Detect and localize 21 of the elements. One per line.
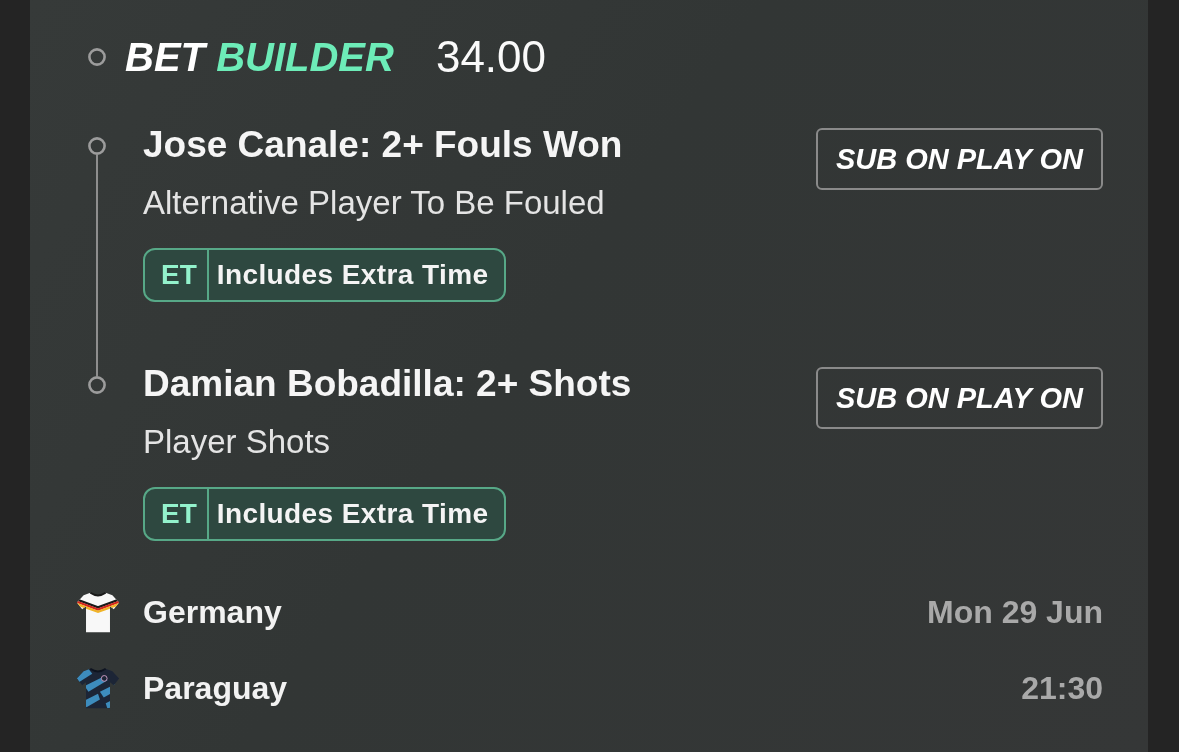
odds-value: 34.00 <box>435 33 546 81</box>
team-name: Germany <box>143 593 283 632</box>
sub-on-play-on-button[interactable]: SUB ON PLAY ON <box>815 128 1103 190</box>
event-date: Mon 29 Jun <box>927 593 1103 632</box>
badge-label: Includes Extra Time <box>215 258 490 292</box>
timeline-dot-icon <box>88 376 106 394</box>
badge-code: ET <box>145 250 209 300</box>
badge-label: Includes Extra Time <box>215 497 490 531</box>
sub-on-play-on-button[interactable]: SUB ON PLAY ON <box>815 367 1103 429</box>
timeline-dot-icon <box>88 48 106 66</box>
badge-code: ET <box>145 489 209 539</box>
selection-title: Damian Bobadilla: 2+ Shots <box>143 362 632 406</box>
market-name: Alternative Player To Be Fouled <box>143 183 605 223</box>
bet-builder-title: BET BUILDER <box>125 34 394 81</box>
timeline-dot-icon <box>88 137 106 155</box>
event-time: 21:30 <box>1021 669 1103 708</box>
shirt-icon <box>75 589 121 635</box>
shirt-icon <box>75 665 121 711</box>
team-name: Paraguay <box>143 669 289 708</box>
selection-title: Jose Canale: 2+ Fouls Won <box>143 123 623 167</box>
market-name: Player Shots <box>143 422 331 462</box>
